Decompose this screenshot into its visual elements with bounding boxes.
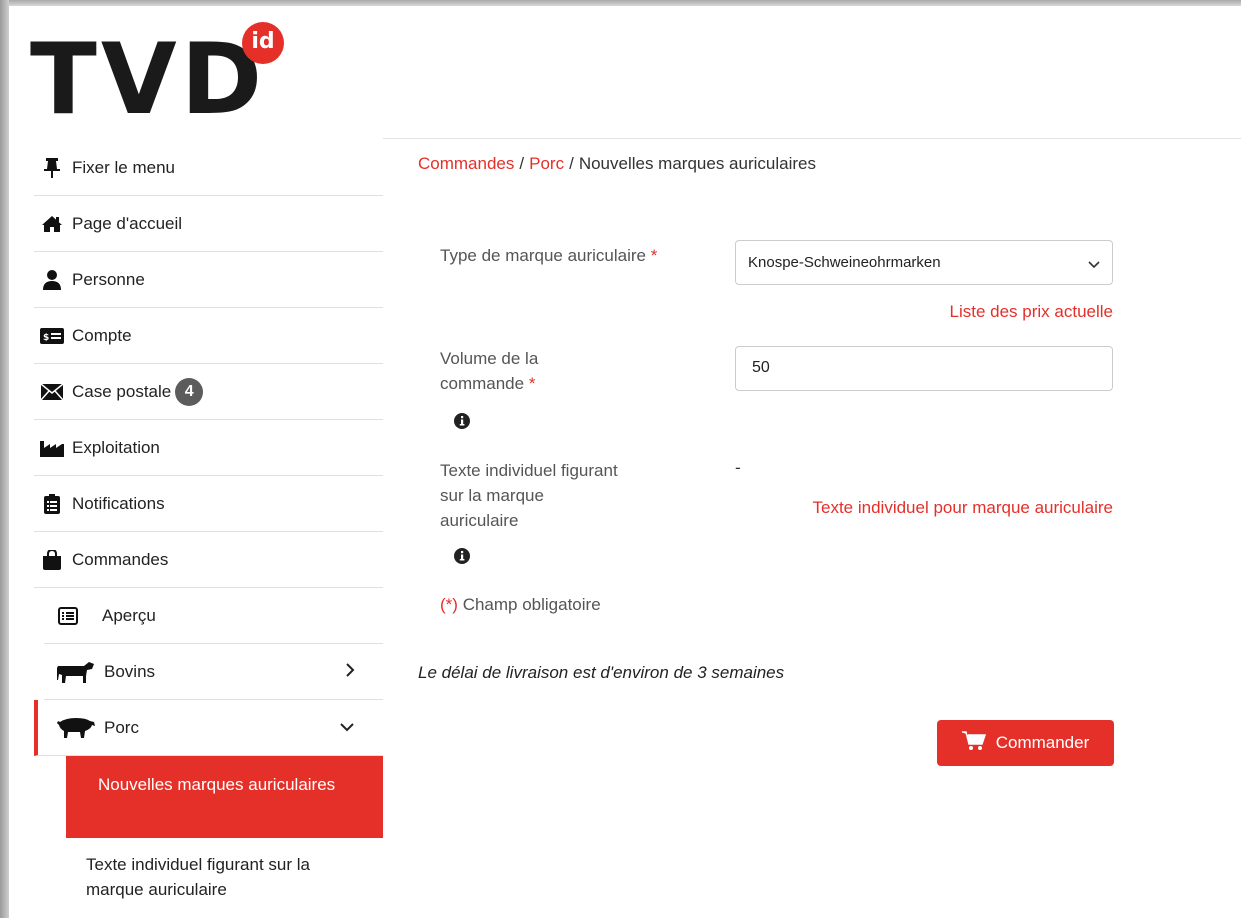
order-button[interactable]: Commander [937,720,1114,766]
individual-text-link[interactable]: Texte individuel pour marque auriculaire [735,498,1114,518]
info-icon[interactable] [454,413,470,429]
order-button-label: Commander [995,733,1090,752]
breadcrumb-pig[interactable]: Porc [529,154,564,173]
cow-icon [56,661,96,683]
logo-text: TVD [30,23,267,137]
breadcrumb-current: Nouvelles marques auriculaires [578,154,816,173]
sidebar-item-notifications[interactable]: Notifications [34,476,383,532]
sidebar-item-overview[interactable]: Aperçu [44,588,383,644]
sidebar-item-cattle[interactable]: Bovins [44,644,383,700]
sidebar-item-mailbox[interactable]: Case postale 4 [34,364,383,420]
chevron-down-icon [339,718,355,738]
sidebar-item-label: Compte [72,325,132,345]
order-volume-input[interactable]: 50 [735,346,1113,391]
sidebar-item-label: Porc [104,717,139,737]
info-icon[interactable] [454,548,470,564]
sidebar-item-fix-menu[interactable]: Fixer le menu [34,140,383,196]
sidebar-item-home[interactable]: Page d'accueil [34,196,383,252]
sidebar-item-label: Aperçu [102,605,156,625]
chevron-down-icon [1088,256,1100,273]
window-frame-left [0,0,9,918]
breadcrumb-orders[interactable]: Commandes [418,154,514,173]
header-divider [383,138,1241,139]
window-frame-top [0,0,1241,6]
volume-label-line2: commande [440,374,525,393]
sidebar-item-label: Page d'accueil [72,213,183,233]
sidebar-item-farm[interactable]: Exploitation [34,420,383,476]
tag-type-label: Type de marque auriculaire * [440,243,657,268]
sidebar-item-label: Bovins [104,661,156,681]
tag-type-label-text: Type de marque auriculaire [440,246,647,265]
breadcrumb: Commandes / Porc / Nouvelles marques auricul… [418,154,816,174]
logo-id-badge: id [242,22,284,64]
money-check-icon: $ [40,325,64,347]
mailbox-count-badge: 4 [175,377,204,406]
sidebar-item-individual-text[interactable]: Texte individuel figurant sur la marque … [66,838,383,918]
breadcrumb-separator: / [569,154,574,173]
volume-label-line1: Volume de la [440,349,539,368]
breadcrumb-separator: / [519,154,525,173]
delivery-note: Le délai de livraison est d'environ de 3… [418,663,785,682]
sidebar-item-label: Case postale [72,381,172,401]
chevron-right-icon [345,662,355,683]
individual-text-label-line3: auriculaire [440,511,519,530]
pig-icon [56,717,96,739]
pin-icon [40,157,64,179]
svg-text:$: $ [43,333,49,343]
sidebar-item-pig[interactable]: Porc [34,700,383,756]
tvd-logo[interactable]: TVD id [30,22,290,137]
individual-text-value: - [735,458,741,477]
required-note: (*) Champ obligatoire [440,592,601,617]
sidebar-item-person[interactable]: Personne [34,252,383,308]
industry-icon [40,437,64,459]
clipboard-list-icon [40,493,64,515]
sidebar-item-label: Fixer le menu [72,157,175,177]
required-note-text: Champ obligatoire [462,595,601,614]
envelope-icon [40,381,64,403]
user-icon [40,269,64,291]
required-mark: * [528,374,536,393]
tag-type-value: Knospe-Schweineohrmarken [748,254,941,271]
sidebar-item-orders[interactable]: Commandes [34,532,383,588]
required-note-mark: (*) [440,595,458,614]
home-icon [40,213,64,235]
sidebar-item-new-ear-tags[interactable]: Nouvelles marques auriculaires [66,756,383,838]
shopping-bag-icon [40,549,64,571]
sidebar-item-label: Nouvelles marques auriculaires [98,775,336,794]
sidebar-item-label: Notifications [72,493,165,513]
volume-label: Volume de la commande * [440,346,538,396]
tag-type-select[interactable]: Knospe-Schweineohrmarken [735,240,1113,285]
sidebar-item-label: Personne [72,269,145,289]
required-mark: * [650,246,658,265]
sidebar-item-label: Texte individuel figurant sur la marque … [86,855,310,899]
list-alt-icon [56,605,80,627]
sidebar-item-label: Commandes [72,549,169,569]
individual-text-label: Texte individuel figurant sur la marque … [440,458,618,533]
shopping-cart-icon [961,730,986,756]
individual-text-label-line2: sur la marque [440,486,544,505]
price-list-link[interactable]: Liste des prix actuelle [735,302,1113,322]
sidebar-item-account[interactable]: $ Compte [34,308,383,364]
sidebar-item-label: Exploitation [72,437,160,457]
sidebar-menu: Fixer le menu Page d'accueil Personne $ … [34,140,383,918]
individual-text-label-line1: Texte individuel figurant [440,461,618,480]
